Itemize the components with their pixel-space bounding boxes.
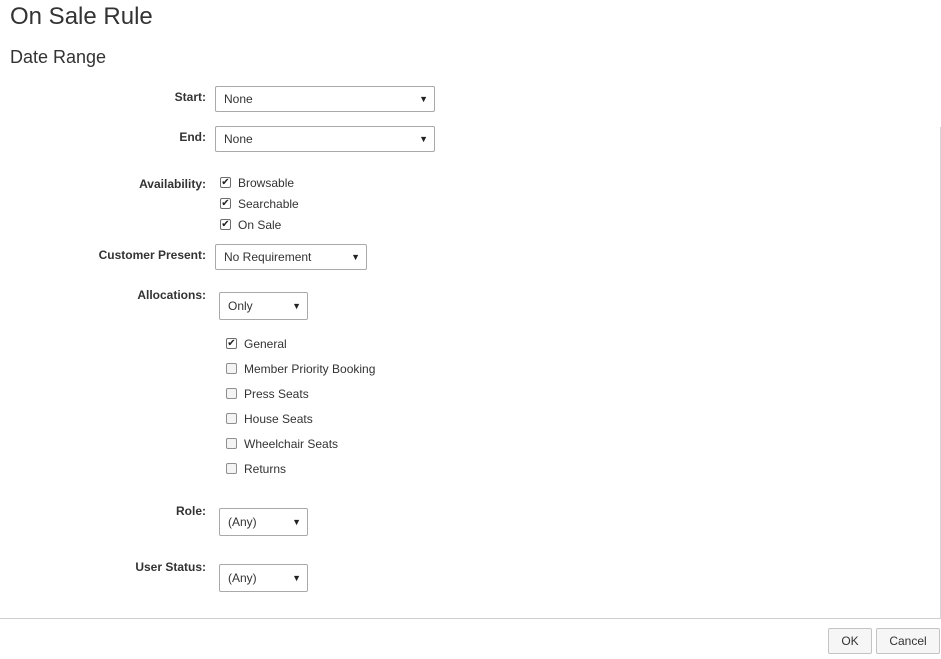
checkmark-icon[interactable]: ✔ <box>220 177 231 189</box>
checkbox-icon[interactable] <box>226 388 237 400</box>
checkbox-icon[interactable] <box>226 463 237 475</box>
end-select-value: None <box>224 132 253 146</box>
start-select[interactable]: None ▼ <box>215 86 435 112</box>
user-status-select[interactable]: (Any) ▼ <box>219 564 308 592</box>
end-select[interactable]: None ▼ <box>215 126 435 152</box>
role-value: (Any) <box>228 515 257 529</box>
caret-down-icon: ▼ <box>292 573 301 583</box>
allocation-press-seats-label: Press Seats <box>244 387 309 401</box>
allocation-wheelchair-seats-label: Wheelchair Seats <box>244 437 339 451</box>
allocation-general-label: General <box>244 337 287 351</box>
page-title: On Sale Rule <box>10 3 153 30</box>
allocation-returns-label: Returns <box>244 462 287 476</box>
caret-down-icon: ▼ <box>292 517 301 527</box>
availability-browsable-checkbox[interactable]: ✔ Browsable <box>220 175 294 191</box>
checkbox-icon[interactable] <box>226 363 237 375</box>
allocations-label: Allocations: <box>137 288 206 302</box>
allocation-member-priority-checkbox[interactable]: Member Priority Booking <box>226 361 375 377</box>
availability-browsable-label: Browsable <box>238 176 295 190</box>
availability-searchable-checkbox[interactable]: ✔ Searchable <box>220 196 299 212</box>
caret-down-icon: ▼ <box>419 94 428 104</box>
customer-present-value: No Requirement <box>224 250 312 264</box>
allocations-mode-select[interactable]: Only ▼ <box>219 292 308 320</box>
checkmark-icon[interactable]: ✔ <box>220 219 231 231</box>
availability-searchable-label: Searchable <box>238 197 299 211</box>
role-select[interactable]: (Any) ▼ <box>219 508 308 536</box>
allocation-house-seats-checkbox[interactable]: House Seats <box>226 411 313 427</box>
user-status-value: (Any) <box>228 571 257 585</box>
customer-present-select[interactable]: No Requirement ▼ <box>215 244 367 270</box>
allocations-mode-value: Only <box>228 299 253 313</box>
role-label: Role: <box>176 504 206 518</box>
start-select-value: None <box>224 92 253 106</box>
start-label: Start: <box>174 90 206 104</box>
end-label: End: <box>179 130 206 144</box>
allocation-press-seats-checkbox[interactable]: Press Seats <box>226 386 309 402</box>
caret-down-icon: ▼ <box>351 252 360 262</box>
user-status-label: User Status: <box>135 560 206 574</box>
allocation-member-priority-label: Member Priority Booking <box>244 362 376 376</box>
allocation-house-seats-label: House Seats <box>244 412 313 426</box>
checkmark-icon[interactable]: ✔ <box>226 338 237 350</box>
checkmark-icon[interactable]: ✔ <box>220 198 231 210</box>
customer-present-label: Customer Present: <box>98 248 206 262</box>
ok-button[interactable]: OK <box>828 628 872 654</box>
checkbox-icon[interactable] <box>226 438 237 450</box>
allocation-general-checkbox[interactable]: ✔ General <box>226 336 287 352</box>
section-heading: Date Range <box>10 47 107 67</box>
allocation-wheelchair-seats-checkbox[interactable]: Wheelchair Seats <box>226 436 338 452</box>
footer-divider <box>0 618 941 619</box>
caret-down-icon: ▼ <box>419 134 428 144</box>
cancel-button[interactable]: Cancel <box>876 628 940 654</box>
availability-onsale-label: On Sale <box>238 218 282 232</box>
checkbox-icon[interactable] <box>226 413 237 425</box>
allocation-returns-checkbox[interactable]: Returns <box>226 461 286 477</box>
caret-down-icon: ▼ <box>292 301 301 311</box>
availability-onsale-checkbox[interactable]: ✔ On Sale <box>220 217 281 233</box>
availability-label: Availability: <box>139 177 206 191</box>
